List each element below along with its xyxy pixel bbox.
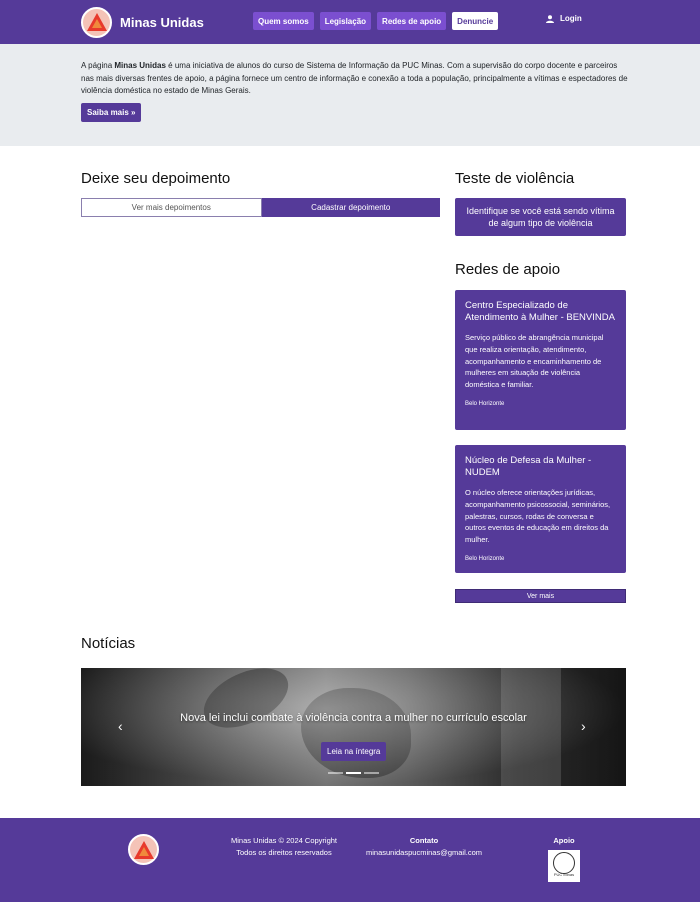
footer-copyright: Minas Unidas © 2024 Copyright Todos os d…	[222, 835, 346, 858]
noticias-title: Notícias	[81, 635, 136, 652]
nav-link-quem-somos[interactable]: Quem somos	[253, 12, 314, 30]
login-link[interactable]: Login	[546, 14, 582, 23]
copyright-text: Minas Unidas © 2024 Copyright	[231, 836, 337, 845]
puc-seal-icon[interactable]: PUC Minas	[548, 849, 580, 882]
footer-logo-icon	[128, 834, 159, 865]
footer: Minas Unidas © 2024 Copyright Todos os d…	[0, 818, 700, 902]
brand-name: Minas Unidas	[120, 14, 204, 30]
nav-link-redes-de-apoio[interactable]: Redes de apoio	[377, 12, 447, 30]
news-carousel: ‹ › Nova lei inclui combate à violência …	[81, 668, 626, 786]
carousel-indicator[interactable]	[328, 772, 343, 774]
logo-triangle-icon	[81, 6, 112, 38]
ver-mais-button[interactable]: Ver mais	[455, 589, 626, 603]
nav-links: Quem somos Legislação Redes de apoio Den…	[253, 12, 499, 30]
contact-heading: Contato	[409, 836, 439, 845]
slide-image-overlay	[81, 668, 626, 786]
footer-contact: Contato minasunidaspucminas@gmail.com	[358, 835, 490, 858]
brand[interactable]: Minas Unidas	[81, 6, 204, 38]
support-heading: Apoio	[553, 836, 575, 845]
navbar: Minas Unidas Quem somos Legislação Redes…	[0, 0, 700, 44]
carousel-indicators	[328, 772, 379, 774]
teste-violencia-button[interactable]: Identifique se você está sendo vítima de…	[455, 198, 626, 236]
rights-text: Todos os direitos reservados	[236, 847, 332, 857]
tab-ver-mais-depoimentos[interactable]: Ver mais depoimentos	[81, 198, 262, 217]
leia-na-integra-button[interactable]: Leia na íntegra	[321, 742, 387, 761]
intro-text: A página Minas Unidas é uma iniciativa d…	[81, 60, 631, 98]
footer-support: Apoio PUC Minas	[540, 835, 588, 882]
contact-email[interactable]: minasunidaspucminas@gmail.com	[358, 847, 490, 859]
nav-link-legislacao[interactable]: Legislação	[319, 12, 372, 30]
nav-link-denuncie[interactable]: Denuncie	[452, 12, 499, 30]
redes-title: Redes de apoio	[455, 261, 561, 278]
login-label: Login	[560, 14, 582, 23]
card-location: Belo Horizonte	[465, 555, 505, 562]
card-text: Serviço público de abrangência municipal…	[465, 333, 604, 390]
intro-section: A página Minas Unidas é uma iniciativa d…	[0, 44, 700, 146]
saiba-mais-button[interactable]: Saiba mais »	[81, 103, 142, 122]
card-title: Núcleo de Defesa da Mulher - NUDEM	[465, 455, 592, 478]
user-icon	[546, 14, 554, 23]
depoimento-title: Deixe seu depoimento	[81, 170, 231, 187]
tab-cadastrar-depoimento[interactable]: Cadastrar depoimento	[261, 198, 440, 217]
card-location: Belo Horizonte	[465, 400, 505, 407]
card-title: Centro Especializado de Atendimento à Mu…	[465, 300, 615, 323]
depoimento-tabs: Ver mais depoimentos Cadastrar depoiment…	[81, 198, 440, 217]
support-card[interactable]: Núcleo de Defesa da Mulher - NUDEM O núc…	[455, 445, 626, 573]
carousel-indicator[interactable]	[346, 772, 361, 774]
seal-label: PUC Minas	[553, 872, 575, 877]
support-card[interactable]: Centro Especializado de Atendimento à Mu…	[455, 290, 626, 430]
slide-title: Nova lei inclui combate à violência cont…	[180, 712, 527, 724]
teste-title: Teste de violência	[455, 170, 575, 187]
carousel-indicator[interactable]	[364, 772, 379, 774]
card-text: O núcleo oferece orientações jurídicas, …	[465, 488, 611, 545]
intro-text-bold: Minas Unidas	[114, 61, 166, 70]
intro-text-pre: A página	[81, 61, 115, 70]
